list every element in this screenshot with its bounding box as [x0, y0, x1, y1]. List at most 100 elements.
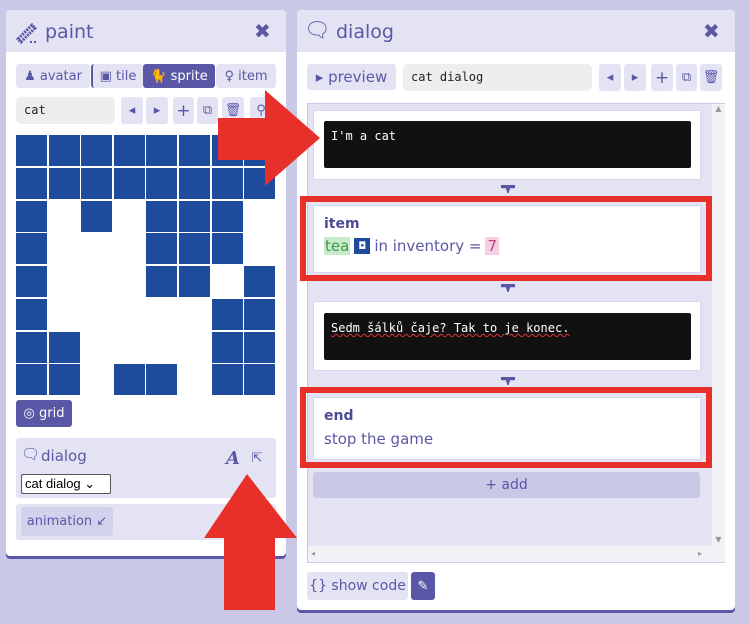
item-icon: ♀ [224, 68, 239, 84]
item-condition-block[interactable]: item tea ◘ in inventory = 7 [313, 205, 701, 273]
sprite-pixel[interactable] [16, 364, 47, 396]
paint-title: paint [45, 21, 94, 43]
sprite-pixel[interactable] [179, 233, 210, 265]
sprite-pixel[interactable] [48, 364, 80, 396]
item-sprite-icon[interactable]: ◘ [354, 238, 371, 254]
dialog-textarea[interactable]: Sedm šálků čaje? Tak to je konec. [324, 313, 691, 360]
animation-button[interactable]: animation ↙ [21, 507, 113, 536]
preview-button[interactable]: ▸ preview [307, 64, 396, 90]
tab-label: tile [116, 68, 137, 84]
sprite-paint-grid[interactable] [16, 135, 277, 397]
sprite-pixel[interactable] [244, 298, 276, 330]
sprite-pixel[interactable] [16, 167, 47, 199]
vertical-scrollbar[interactable]: ▲ ▼ [712, 104, 725, 546]
item-name-chip[interactable]: tea [324, 237, 351, 255]
sprite-pixel[interactable] [211, 298, 243, 330]
sprite-pixel[interactable] [211, 233, 243, 265]
close-icon[interactable]: ✖ [254, 19, 271, 43]
sprite-pixel[interactable] [211, 200, 243, 232]
dialog-title-icon: 🗨 [304, 18, 331, 42]
sprite-pixel[interactable] [244, 135, 276, 166]
sprite-pixel[interactable] [48, 331, 80, 363]
sprite-pixel[interactable] [16, 200, 47, 232]
delete-button[interactable]: 🗑 [700, 64, 722, 91]
sprite-pixel[interactable] [244, 364, 276, 396]
sprite-pixel[interactable] [81, 135, 113, 166]
sprite-pixel[interactable] [16, 233, 47, 265]
braces-icon: {} [309, 578, 332, 594]
dialog-script-editor[interactable]: ▲ ▼ ◂ ▸ I'm a cat item tea ◘ in inventory … [307, 103, 725, 563]
dialog-select-value: cat dialog [25, 476, 81, 491]
next-button[interactable]: ▸ [146, 97, 168, 124]
sprite-name-input[interactable]: cat [16, 97, 115, 124]
sprite-pixel[interactable] [48, 167, 80, 199]
add-button[interactable]: + [173, 97, 194, 124]
preview-icon: ▸ [315, 68, 329, 86]
edit-paint-button[interactable]: ✎ [411, 572, 435, 600]
tab-sprite[interactable]: 🐈 sprite [143, 64, 215, 88]
show-code-button[interactable]: {} show code [307, 572, 408, 600]
sprite-pixel[interactable] [146, 266, 178, 297]
sprite-pixel[interactable] [48, 135, 80, 166]
sprite-pixel[interactable] [211, 331, 243, 363]
find-button[interactable]: ⚲ [250, 97, 272, 124]
sprite-pixel[interactable] [244, 167, 276, 199]
sprite-pixel[interactable] [146, 364, 178, 396]
dialog-select[interactable]: cat dialog ⌄ [21, 474, 111, 494]
horizontal-scrollbar[interactable]: ◂ ▸ [308, 546, 725, 562]
sprite-pixel[interactable] [113, 167, 145, 199]
add-button[interactable]: + [651, 64, 673, 91]
end-block-text: stop the game [324, 430, 434, 448]
sprite-pixel[interactable] [179, 200, 210, 232]
sprite-pixel[interactable] [81, 200, 113, 232]
tab-item[interactable]: ♀ item [216, 64, 276, 88]
sprite-pixel[interactable] [81, 167, 113, 199]
tab-tile[interactable]: ▣ tile [91, 64, 143, 88]
dialog-title: dialog [336, 21, 394, 43]
sprite-pixel[interactable] [16, 331, 47, 363]
sprite-pixel[interactable] [179, 135, 210, 166]
sprite-pixel[interactable] [113, 364, 145, 396]
sprite-pixel[interactable] [146, 233, 178, 265]
item-block-title: item [324, 216, 360, 232]
open-dialog-button[interactable]: ⇱ [246, 445, 268, 471]
dialog-panel: 🗨 dialog ✖ ▸ preview cat dialog ◂ ▸ + ⧉ … [297, 10, 735, 610]
sprite-pixel[interactable] [113, 135, 145, 166]
sprite-pixel[interactable] [211, 167, 243, 199]
dialog-text-block: I'm a cat [313, 110, 701, 180]
chevron-down-icon: ⌄ [84, 476, 96, 491]
sprite-pixel[interactable] [244, 266, 276, 297]
dialog-textarea[interactable]: I'm a cat [324, 121, 691, 168]
tab-avatar[interactable]: ♟ avatar [16, 64, 90, 88]
sprite-pixel[interactable] [244, 331, 276, 363]
duplicate-button[interactable]: ⧉ [197, 97, 218, 124]
grid-toggle-button[interactable]: ◎ grid [16, 400, 72, 427]
duplicate-button[interactable]: ⧉ [676, 64, 697, 91]
sprite-pixel[interactable] [146, 167, 178, 199]
sprite-pixel[interactable] [16, 266, 47, 297]
sprite-pixel[interactable] [211, 135, 243, 166]
show-code-label: show code [331, 578, 406, 594]
tab-label: item [238, 68, 268, 84]
prev-button[interactable]: ◂ [121, 97, 143, 124]
close-icon[interactable]: ✖ [703, 19, 720, 43]
preview-label: preview [328, 68, 388, 86]
item-count-value[interactable]: 7 [485, 237, 500, 255]
sprite-pixel[interactable] [16, 135, 47, 166]
sprite-pixel[interactable] [179, 266, 210, 297]
dialog-name-input[interactable]: cat dialog [403, 64, 592, 91]
sprite-pixel[interactable] [146, 135, 178, 166]
animation-label: animation [26, 514, 93, 529]
next-button[interactable]: ▸ [624, 64, 646, 91]
delete-button[interactable]: 🗑 [222, 97, 244, 124]
prev-button[interactable]: ◂ [599, 64, 621, 91]
add-block-button[interactable]: + add [313, 472, 700, 498]
sprite-pixel[interactable] [179, 167, 210, 199]
end-block[interactable]: end stop the game [313, 397, 701, 460]
connector-icon [501, 185, 515, 193]
paint-panel: paint ✖ ♟ avatar ▣ tile 🐈 sprite ♀ item … [6, 10, 286, 556]
sprite-pixel[interactable] [146, 200, 178, 232]
font-style-button[interactable]: A [222, 445, 244, 471]
sprite-pixel[interactable] [211, 364, 243, 396]
sprite-pixel[interactable] [16, 298, 47, 330]
